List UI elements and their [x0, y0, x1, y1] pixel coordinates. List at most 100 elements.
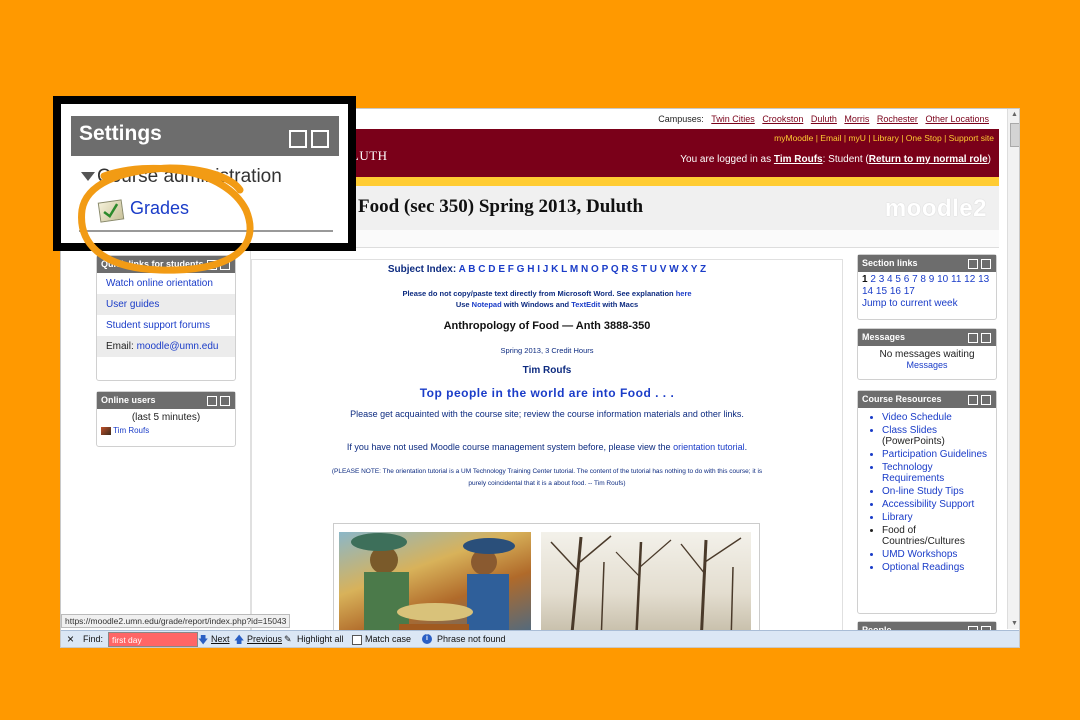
vertical-scrollbar[interactable]: ▲ ▼ [1007, 109, 1019, 629]
resource-umd-workshops[interactable]: UMD Workshops [882, 549, 992, 560]
dock-icon[interactable] [968, 333, 978, 343]
match-case-checkbox[interactable] [352, 635, 362, 645]
letter-s[interactable]: S [631, 264, 638, 275]
resource-participation-guidelines[interactable]: Participation Guidelines [882, 449, 992, 460]
dock-icon[interactable] [968, 395, 978, 405]
section-15[interactable]: 15 [876, 286, 887, 297]
letter-c[interactable]: C [478, 264, 485, 275]
letter-g[interactable]: G [517, 264, 525, 275]
hide-icon[interactable] [981, 395, 991, 405]
resource-study-tips[interactable]: On-line Study Tips [882, 486, 992, 497]
letter-v[interactable]: V [660, 264, 667, 275]
letter-f[interactable]: F [508, 264, 514, 275]
dock-icon[interactable] [207, 260, 217, 270]
letter-x[interactable]: X [681, 264, 688, 275]
top-links[interactable]: myMoodle | Email | myU | Library | One S… [774, 133, 994, 143]
find-previous-button[interactable]: Previous [247, 634, 282, 644]
resource-technology-requirements[interactable]: Technology Requirements [882, 462, 992, 484]
collapse-triangle-icon[interactable] [81, 172, 95, 181]
hide-icon[interactable] [220, 260, 230, 270]
section-8[interactable]: 8 [920, 274, 926, 285]
hide-icon[interactable] [220, 396, 230, 406]
section-17[interactable]: 17 [904, 286, 915, 297]
letter-t[interactable]: T [641, 264, 647, 275]
letter-l[interactable]: L [561, 264, 567, 275]
letter-b[interactable]: B [468, 264, 475, 275]
section-1[interactable]: 1 [862, 274, 868, 285]
textedit-link[interactable]: TextEdit [571, 300, 600, 309]
return-role-link[interactable]: Return to my normal role [869, 154, 988, 165]
resource-food-of-countries[interactable]: Food of Countries/Cultures [882, 525, 992, 547]
section-7[interactable]: 7 [912, 274, 918, 285]
section-16[interactable]: 16 [890, 286, 901, 297]
letter-y[interactable]: Y [691, 264, 698, 275]
section-14[interactable]: 14 [862, 286, 873, 297]
letter-n[interactable]: N [581, 264, 588, 275]
grades-link[interactable]: Grades [130, 198, 189, 219]
support-forums-link[interactable]: Student support forums [106, 320, 210, 331]
letter-j[interactable]: J [543, 264, 549, 275]
find-previous-icon[interactable]: 🡅 [234, 633, 244, 647]
campus-link-rochester[interactable]: Rochester [877, 114, 918, 124]
resource-class-slides[interactable]: Class Slides [882, 425, 992, 436]
find-close-icon[interactable]: × [67, 632, 74, 646]
campus-link-other[interactable]: Other Locations [925, 114, 989, 124]
letter-z[interactable]: Z [700, 264, 706, 275]
section-11[interactable]: 11 [951, 274, 961, 285]
dock-icon[interactable] [289, 130, 307, 148]
scroll-down-icon[interactable]: ▼ [1011, 620, 1018, 627]
section-10[interactable]: 10 [937, 274, 948, 285]
find-next-button[interactable]: Next [211, 634, 230, 644]
course-administration-label[interactable]: Course administration [97, 166, 282, 188]
resource-optional-readings[interactable]: Optional Readings [882, 562, 992, 573]
campus-link-crookston[interactable]: Crookston [762, 114, 803, 124]
letter-o[interactable]: O [591, 264, 599, 275]
section-6[interactable]: 6 [904, 274, 910, 285]
orientation-tutorial-link[interactable]: orientation tutorial [673, 442, 745, 452]
letter-d[interactable]: D [488, 264, 495, 275]
letter-a[interactable]: A [459, 264, 466, 275]
user-guides-link[interactable]: User guides [106, 299, 159, 310]
highlight-all-button[interactable]: Highlight all [297, 634, 344, 644]
notepad-link[interactable]: Notepad [472, 300, 502, 309]
dock-icon[interactable] [207, 396, 217, 406]
section-4[interactable]: 4 [887, 274, 893, 285]
dock-icon[interactable] [968, 259, 978, 269]
campus-link-morris[interactable]: Morris [844, 114, 869, 124]
hide-icon[interactable] [981, 333, 991, 343]
email-link[interactable]: moodle@umn.edu [137, 341, 219, 352]
online-user-link[interactable]: Tim Roufs [113, 426, 149, 435]
resource-video-schedule[interactable]: Video Schedule [882, 412, 992, 423]
scroll-up-icon[interactable]: ▲ [1011, 111, 1018, 118]
find-input[interactable] [108, 632, 198, 647]
section-13[interactable]: 13 [978, 274, 989, 285]
jump-current-week-link[interactable]: Jump to current week [862, 298, 958, 309]
find-next-icon[interactable]: 🡇 [198, 633, 208, 647]
letter-k[interactable]: K [551, 264, 558, 275]
resource-accessibility-support[interactable]: Accessibility Support [882, 499, 992, 510]
campus-link-duluth[interactable]: Duluth [811, 114, 837, 124]
section-12[interactable]: 12 [964, 274, 975, 285]
match-case-label[interactable]: Match case [365, 634, 411, 644]
letter-q[interactable]: Q [611, 264, 619, 275]
section-2[interactable]: 2 [870, 274, 876, 285]
watch-orientation-link[interactable]: Watch online orientation [106, 278, 213, 289]
campus-link-twin-cities[interactable]: Twin Cities [711, 114, 755, 124]
letter-m[interactable]: M [570, 264, 578, 275]
messages-link[interactable]: Messages [906, 360, 947, 370]
letter-i[interactable]: I [537, 264, 540, 275]
section-3[interactable]: 3 [879, 274, 885, 285]
letter-w[interactable]: W [669, 264, 678, 275]
scroll-thumb[interactable] [1010, 123, 1019, 147]
here-link[interactable]: here [676, 289, 692, 298]
letter-h[interactable]: H [527, 264, 534, 275]
highlight-icon[interactable]: ✎ [284, 634, 292, 645]
letter-e[interactable]: E [498, 264, 505, 275]
section-9[interactable]: 9 [929, 274, 935, 285]
hide-icon[interactable] [311, 130, 329, 148]
letter-u[interactable]: U [650, 264, 657, 275]
resource-library[interactable]: Library [882, 512, 992, 523]
letter-r[interactable]: R [621, 264, 628, 275]
letter-p[interactable]: P [602, 264, 609, 275]
hide-icon[interactable] [981, 259, 991, 269]
